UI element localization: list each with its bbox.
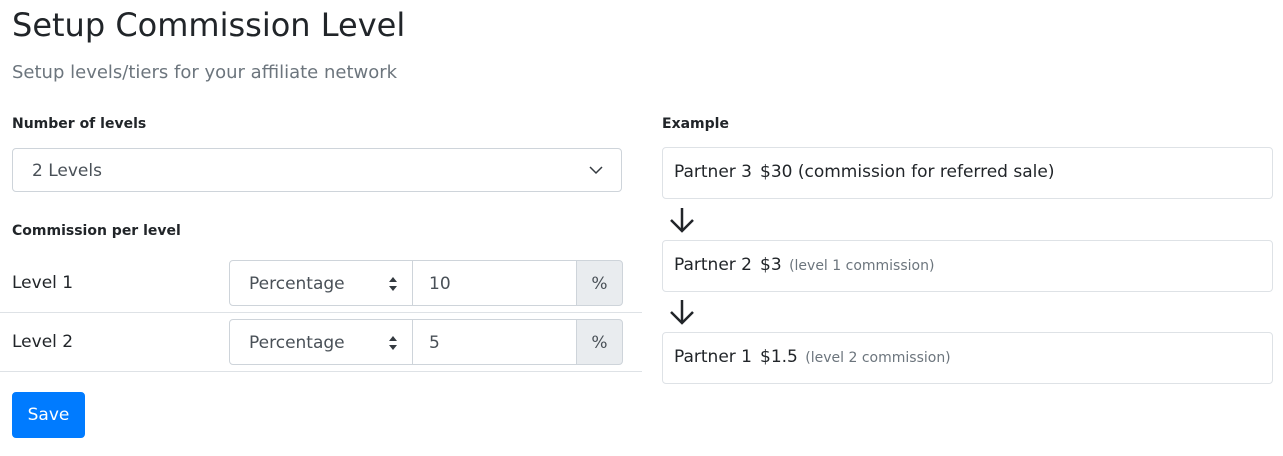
sort-arrows-icon [389,336,397,350]
commission-setup-page: Setup Commission Level Setup levels/tier… [0,0,1283,456]
commission-input-group: Percentage 5 % [229,319,623,365]
commission-value: 5 [429,333,440,353]
page-title: Setup Commission Level [12,6,406,44]
partner-amount: $1.5 [760,347,798,367]
partner-amount: $3 [760,255,782,275]
percent-addon: % [576,260,623,306]
example-partner-box: Partner 2 $3 (level 1 commission) [662,240,1273,292]
commission-input-group: Percentage 10 % [229,260,623,306]
percent-symbol: % [591,333,608,353]
commission-type-select[interactable]: Percentage [229,260,413,306]
level-row: Level 2 Percentage 5 % [0,313,642,372]
example-partner-box: Partner 1 $1.5 (level 2 commission) [662,332,1273,384]
page-subtitle: Setup levels/tiers for your affiliate ne… [12,62,398,83]
percent-symbol: % [591,274,608,294]
commission-type-value: Percentage [249,274,345,294]
commission-type-value: Percentage [249,333,345,353]
partner-note: (level 1 commission) [789,258,935,274]
partner-name: Partner 2 [674,255,753,275]
percent-addon: % [576,319,623,365]
example-label: Example [662,116,729,132]
partner-note: (level 2 commission) [805,350,951,366]
partner-amount: $30 (commission for referred sale) [760,162,1055,182]
commission-per-level-label: Commission per level [12,223,181,239]
commission-type-select[interactable]: Percentage [229,319,413,365]
arrow-down-icon [670,300,694,325]
partner-name: Partner 1 [674,347,753,367]
commission-value-input[interactable]: 5 [412,319,577,365]
level-label: Level 1 [12,273,74,293]
number-of-levels-label: Number of levels [12,116,147,132]
arrow-down-icon [670,208,694,233]
save-button[interactable]: Save [12,392,85,438]
number-of-levels-value: 2 Levels [32,161,102,181]
commission-value-input[interactable]: 10 [412,260,577,306]
partner-name: Partner 3 [674,162,753,182]
level-label: Level 2 [12,332,74,352]
level-row: Level 1 Percentage 10 % [0,254,642,313]
number-of-levels-select[interactable]: 2 Levels [12,148,622,192]
sort-arrows-icon [389,277,397,291]
example-partner-box: Partner 3 $30 (commission for referred sa… [662,147,1273,199]
chevron-down-icon [589,166,603,175]
commission-value: 10 [429,274,451,294]
